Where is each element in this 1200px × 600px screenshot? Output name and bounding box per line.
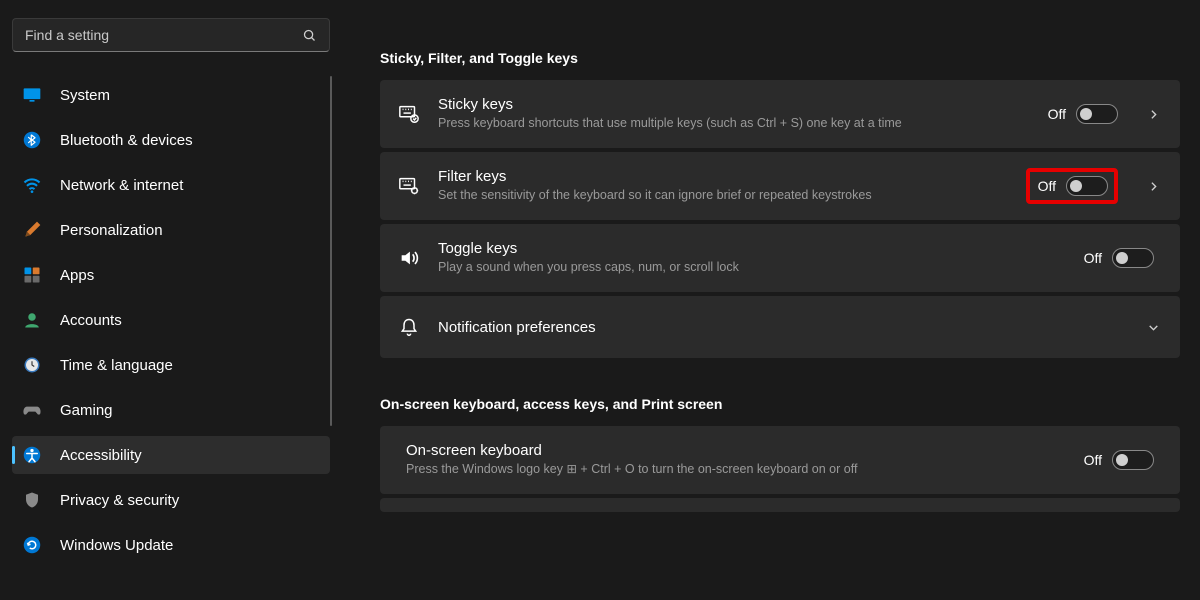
sidebar-item-label: Windows Update — [60, 537, 173, 554]
wifi-icon — [22, 175, 42, 195]
sidebar-item-update[interactable]: Windows Update — [12, 526, 330, 564]
bluetooth-icon — [22, 130, 42, 150]
setting-notification-preferences[interactable]: Notification preferences — [380, 296, 1180, 358]
sidebar-item-system[interactable]: System — [12, 76, 330, 114]
search-icon — [302, 28, 317, 43]
highlight-annotation: Off — [1026, 168, 1118, 204]
main-content: Sticky, Filter, and Toggle keys Sticky k… — [340, 0, 1200, 600]
card-text: On-screen keyboard Press the Windows log… — [406, 442, 1066, 477]
scrollbar[interactable] — [330, 76, 332, 426]
keyboard-icon — [398, 103, 420, 125]
card-title: On-screen keyboard — [406, 442, 1066, 459]
toggle-state-label: Off — [1084, 452, 1102, 468]
sidebar-item-network[interactable]: Network & internet — [12, 166, 330, 204]
card-title: Filter keys — [438, 168, 1008, 185]
toggle-state-label: Off — [1084, 250, 1102, 266]
chevron-right-icon — [1144, 180, 1162, 193]
sidebar-item-label: Accessibility — [60, 447, 142, 464]
setting-osk[interactable]: On-screen keyboard Press the Windows log… — [380, 426, 1180, 494]
sidebar-item-label: Network & internet — [60, 177, 183, 194]
shield-icon — [22, 490, 42, 510]
sidebar-item-apps[interactable]: Apps — [12, 256, 330, 294]
chevron-right-icon — [1144, 108, 1162, 121]
sidebar-item-label: System — [60, 87, 110, 104]
apps-icon — [22, 265, 42, 285]
search-box[interactable] — [12, 18, 330, 52]
sidebar-item-privacy[interactable]: Privacy & security — [12, 481, 330, 519]
sticky-keys-toggle[interactable] — [1076, 104, 1118, 124]
setting-row-partial[interactable] — [380, 498, 1180, 512]
toggle-area: Off — [1084, 248, 1154, 268]
card-description: Press keyboard shortcuts that use multip… — [438, 115, 1030, 131]
search-input[interactable] — [25, 27, 302, 43]
update-icon — [22, 535, 42, 555]
sidebar-item-label: Bluetooth & devices — [60, 132, 193, 149]
monitor-icon — [22, 85, 42, 105]
toggle-keys-toggle[interactable] — [1112, 248, 1154, 268]
card-title: Toggle keys — [438, 240, 1066, 257]
sidebar-item-gaming[interactable]: Gaming — [12, 391, 330, 429]
sidebar-item-bluetooth[interactable]: Bluetooth & devices — [12, 121, 330, 159]
card-title: Notification preferences — [438, 319, 1126, 336]
section-title: On-screen keyboard, access keys, and Pri… — [380, 396, 1180, 412]
sidebar-item-label: Gaming — [60, 402, 113, 419]
clock-icon — [22, 355, 42, 375]
sidebar-item-label: Apps — [60, 267, 94, 284]
osk-toggle[interactable] — [1112, 450, 1154, 470]
sidebar-item-time[interactable]: Time & language — [12, 346, 330, 384]
filter-keys-toggle[interactable] — [1066, 176, 1108, 196]
paintbrush-icon — [22, 220, 42, 240]
setting-toggle-keys[interactable]: Toggle keys Play a sound when you press … — [380, 224, 1180, 292]
keyboard-gear-icon — [398, 175, 420, 197]
section-title: Sticky, Filter, and Toggle keys — [380, 50, 1180, 66]
person-icon — [22, 310, 42, 330]
sidebar-item-label: Personalization — [60, 222, 163, 239]
toggle-area: Off — [1084, 450, 1154, 470]
gamepad-icon — [22, 400, 42, 420]
chevron-down-icon — [1144, 321, 1162, 334]
setting-filter-keys[interactable]: Filter keys Set the sensitivity of the k… — [380, 152, 1180, 220]
card-text: Toggle keys Play a sound when you press … — [438, 240, 1066, 275]
sidebar-item-label: Time & language — [60, 357, 173, 374]
card-text: Sticky keys Press keyboard shortcuts tha… — [438, 96, 1030, 131]
toggle-state-label: Off — [1048, 106, 1066, 122]
nav-list: System Bluetooth & devices Network & int… — [12, 76, 330, 571]
card-description: Play a sound when you press caps, num, o… — [438, 259, 1066, 275]
card-title: Sticky keys — [438, 96, 1030, 113]
sidebar-item-personalization[interactable]: Personalization — [12, 211, 330, 249]
sidebar-item-accounts[interactable]: Accounts — [12, 301, 330, 339]
card-description: Press the Windows logo key ⊞ + Ctrl + O … — [406, 461, 1066, 477]
sound-icon — [398, 247, 420, 269]
card-text: Notification preferences — [438, 319, 1126, 336]
setting-sticky-keys[interactable]: Sticky keys Press keyboard shortcuts tha… — [380, 80, 1180, 148]
sidebar: System Bluetooth & devices Network & int… — [0, 0, 340, 600]
sidebar-item-accessibility[interactable]: Accessibility — [12, 436, 330, 474]
sidebar-item-label: Accounts — [60, 312, 122, 329]
accessibility-icon — [22, 445, 42, 465]
card-description: Set the sensitivity of the keyboard so i… — [438, 187, 1008, 203]
card-text: Filter keys Set the sensitivity of the k… — [438, 168, 1008, 203]
toggle-state-label: Off — [1038, 178, 1056, 194]
sidebar-item-label: Privacy & security — [60, 492, 179, 509]
toggle-area: Off — [1048, 104, 1118, 124]
bell-icon — [398, 316, 420, 338]
